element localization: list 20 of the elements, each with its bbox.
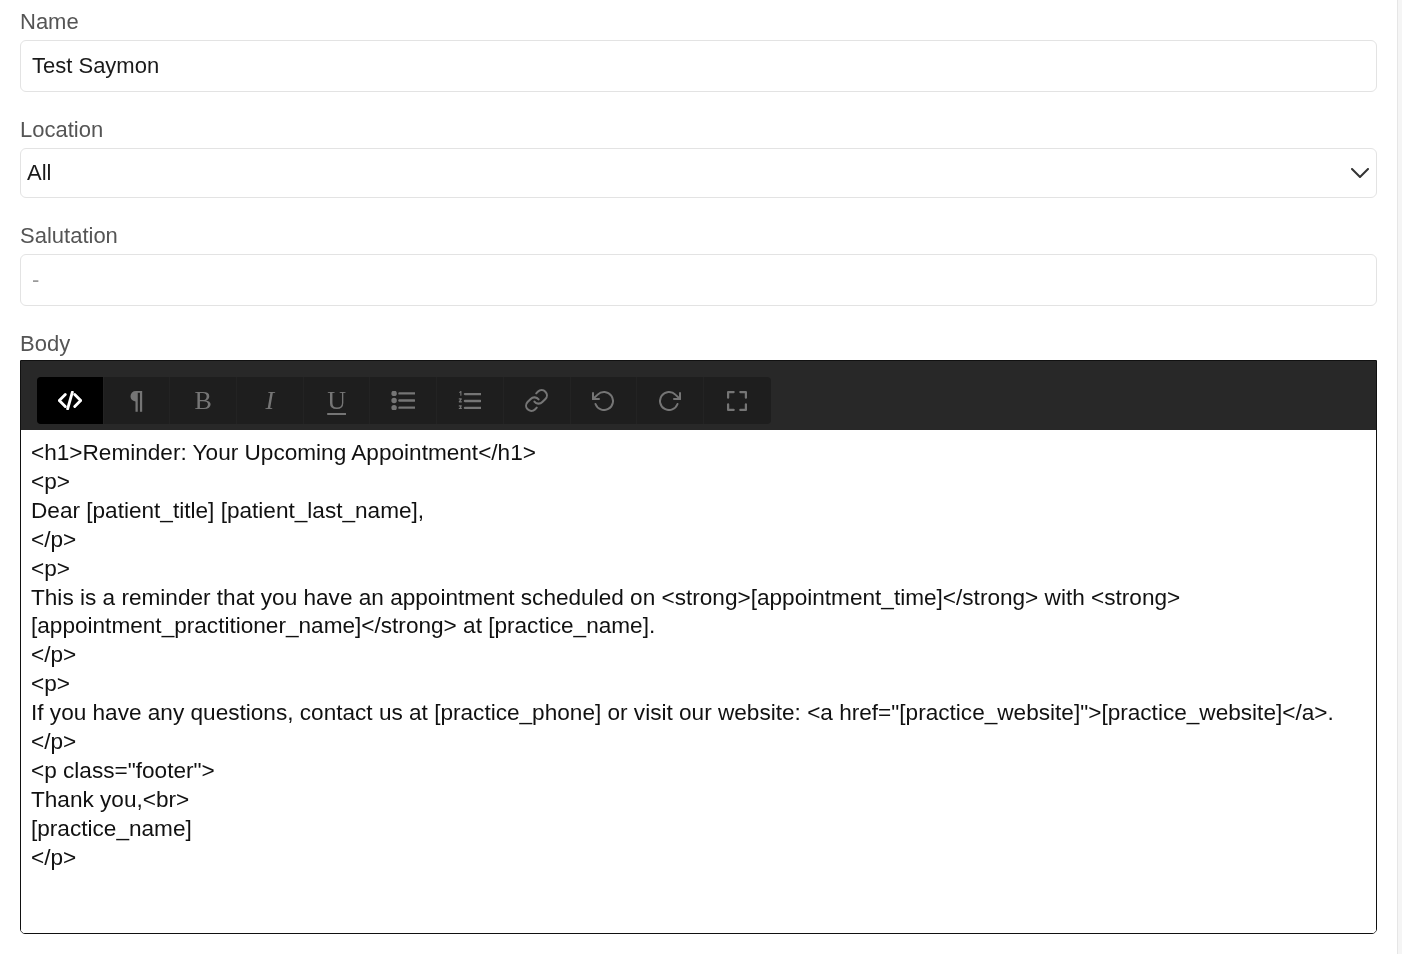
field-label: Body — [20, 331, 72, 356]
chevron-down-icon — [1351, 168, 1369, 178]
bold-button[interactable]: B — [170, 377, 238, 424]
undo-icon — [592, 390, 615, 411]
code-view-button[interactable] — [37, 377, 104, 424]
redo-icon — [659, 390, 682, 411]
link-icon — [525, 389, 549, 412]
text-input-field[interactable]: Test Saymon — [20, 40, 1377, 92]
text-input-field[interactable]: - — [20, 254, 1377, 306]
underline-button[interactable]: U — [303, 377, 371, 424]
italic-button[interactable]: I — [237, 377, 304, 424]
location-select[interactable]: All — [20, 148, 1377, 198]
numbered-list-icon — [458, 390, 482, 411]
field-label: Name — [20, 9, 80, 34]
fullscreen-icon — [727, 390, 748, 411]
bullet-list-icon — [391, 391, 416, 410]
field-label: Salutation — [20, 223, 119, 248]
code-icon — [57, 391, 82, 410]
field-label: Location — [20, 117, 105, 142]
paragraph-button[interactable]: ¶ — [103, 377, 171, 424]
